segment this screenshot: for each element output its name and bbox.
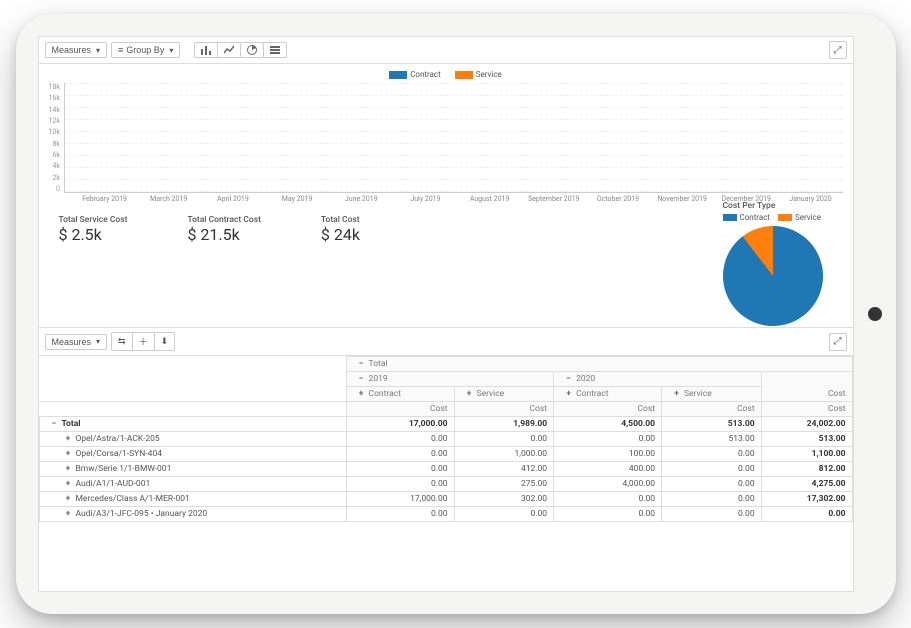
chart-toolbar: Measures ≡ Group By ⤢: [39, 37, 853, 64]
table-row[interactable]: +Bmw/Serie 1/1-BMW-0010.00412.00400.000.…: [39, 462, 852, 477]
col-2019[interactable]: −2019: [346, 372, 554, 387]
pivot-table: −Total −2019 −2020 Cost +Contract +Servi…: [39, 356, 853, 522]
kpi-contract-value: $ 21.5k: [187, 225, 260, 244]
view-line-icon[interactable]: [218, 42, 241, 58]
view-bar-icon[interactable]: [194, 42, 218, 58]
subhead-cost-2: Cost: [454, 402, 554, 417]
pie-title: Cost Per Type: [723, 201, 823, 211]
legend-service-label: Service: [476, 70, 502, 79]
legend-service-swatch: [455, 71, 473, 79]
pie-legend-contract-swatch: [723, 214, 737, 221]
group-by-button[interactable]: ≡ Group By: [111, 42, 180, 58]
kpi-total-label: Total Cost: [321, 215, 360, 225]
view-switcher: [194, 42, 287, 58]
pivot-tools: ⇆ ＋ ⬇: [111, 332, 175, 351]
col-total-cost: Cost: [828, 389, 846, 399]
list-icon: ≡: [118, 45, 123, 55]
table-row[interactable]: −Total17,000.001,989.004,500.00513.0024,…: [39, 417, 852, 432]
bar-chart-area: Contract Service 18k16k14k12k10k8k6k4k2k…: [39, 64, 853, 207]
kpi-row: Total Service Cost $ 2.5k Total Contract…: [39, 207, 853, 327]
subhead-cost-3: Cost: [554, 402, 662, 417]
tablet-frame: Measures ≡ Group By ⤢ Contract Service 1…: [16, 14, 896, 614]
pivot-toolbar: Measures ⇆ ＋ ⬇ ⤢: [39, 328, 853, 356]
pivot-measures-button[interactable]: Measures: [45, 334, 108, 350]
subhead-cost-4: Cost: [662, 402, 762, 417]
chart-legend: Contract Service: [49, 70, 843, 79]
pie-chart: [702, 206, 842, 346]
plot-area: [64, 83, 843, 193]
kpi-contract-label: Total Contract Cost: [187, 215, 260, 225]
kpi-contract: Total Contract Cost $ 21.5k: [187, 215, 260, 319]
col-2020[interactable]: −2020: [554, 372, 762, 387]
view-pie-icon[interactable]: [241, 42, 264, 58]
legend-contract-swatch: [389, 71, 407, 79]
col-total[interactable]: −Total: [346, 357, 852, 372]
kpi-service-label: Total Service Cost: [59, 215, 128, 225]
kpi-service: Total Service Cost $ 2.5k: [59, 215, 128, 319]
y-axis: 18k16k14k12k10k8k6k4k2k0: [49, 83, 64, 193]
bar-chart: 18k16k14k12k10k8k6k4k2k0: [49, 83, 843, 193]
col-2020-service[interactable]: +Service: [662, 387, 762, 402]
col-2020-contract[interactable]: +Contract: [554, 387, 662, 402]
legend-contract-label: Contract: [410, 70, 441, 79]
app-screen: Measures ≡ Group By ⤢ Contract Service 1…: [38, 36, 854, 592]
table-row[interactable]: +Opel/Astra/1-ACK-2050.000.000.00513.005…: [39, 432, 852, 447]
table-row[interactable]: +Audi/A1/1-AUD-0010.00275.004,000.000.00…: [39, 477, 852, 492]
view-list-icon[interactable]: [264, 42, 287, 58]
pie-block: Cost Per Type Contract Service: [723, 201, 823, 326]
table-row[interactable]: +Opel/Corsa/1-SYN-4040.001,000.00100.000…: [39, 447, 852, 462]
expand-icon[interactable]: ⤢: [829, 41, 847, 59]
flip-axis-icon[interactable]: ⇆: [111, 332, 133, 351]
measures-button[interactable]: Measures: [45, 42, 108, 58]
pivot-section: Measures ⇆ ＋ ⬇ ⤢ −Total −2019 −2020 Cost: [39, 327, 853, 522]
kpi-total-value: $ 24k: [321, 225, 360, 244]
subhead-cost-1: Cost: [346, 402, 454, 417]
pie-legend-service-label: Service: [795, 213, 821, 222]
col-2019-service[interactable]: +Service: [454, 387, 554, 402]
table-row[interactable]: +Audi/A3/1-JFC-095 • January 20200.000.0…: [39, 507, 852, 522]
download-icon[interactable]: ⬇: [155, 332, 176, 351]
group-by-label: Group By: [126, 45, 164, 55]
kpi-service-value: $ 2.5k: [59, 225, 128, 244]
expand-all-icon[interactable]: ＋: [133, 332, 155, 351]
kpi-total: Total Cost $ 24k: [321, 215, 360, 319]
col-2019-contract[interactable]: +Contract: [346, 387, 454, 402]
table-row[interactable]: +Mercedes/Class A/1-MER-00117,000.00302.…: [39, 492, 852, 507]
pivot-expand-icon[interactable]: ⤢: [829, 333, 847, 351]
subhead-cost-5: Cost: [761, 402, 852, 417]
